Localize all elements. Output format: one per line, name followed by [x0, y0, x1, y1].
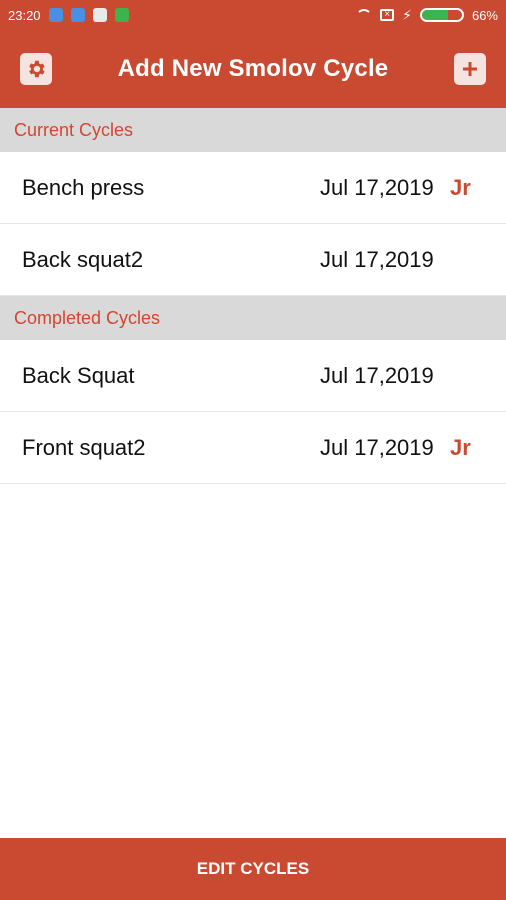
- page-title: Add New Smolov Cycle: [117, 55, 389, 82]
- status-bar: 23:20 × ⚡ 66%: [0, 0, 506, 30]
- notification-icon-2: [70, 8, 85, 22]
- sim-icon: ×: [380, 9, 395, 21]
- edit-cycles-label: EDIT CYCLES: [196, 859, 310, 878]
- charging-icon: ⚡: [402, 7, 412, 23]
- wifi-icon: [356, 9, 372, 21]
- battery-percent: 66%: [471, 7, 498, 23]
- notification-icon-1: [48, 8, 63, 22]
- cycle-badge: Jr: [450, 434, 471, 460]
- cycle-row[interactable]: Back Squat Jul 17,2019: [0, 340, 506, 412]
- cycle-date: Jul 17,2019: [320, 246, 434, 272]
- cycle-row[interactable]: Bench press Jul 17,2019 Jr: [0, 152, 506, 224]
- edit-cycles-button[interactable]: EDIT CYCLES: [0, 838, 506, 900]
- cycle-row[interactable]: Front squat2 Jul 17,2019 Jr: [0, 412, 506, 484]
- cycle-date: Jul 17,2019: [320, 434, 434, 460]
- cycle-date: Jul 17,2019: [320, 362, 434, 388]
- app-toolbar: Add New Smolov Cycle: [0, 30, 506, 108]
- cycle-name: Back Squat: [22, 362, 135, 388]
- section-completed-cycles: Completed Cycles: [0, 296, 506, 340]
- cycle-name: Bench press: [22, 174, 145, 200]
- status-right: × ⚡ 66%: [356, 8, 498, 23]
- notification-icon-3: [92, 8, 107, 22]
- cycle-badge: Jr: [450, 174, 471, 200]
- settings-button[interactable]: [20, 53, 52, 85]
- notification-icon-4: [114, 8, 129, 22]
- add-cycle-button[interactable]: [454, 53, 486, 85]
- plus-icon: [460, 59, 480, 79]
- cycle-name: Front squat2: [22, 434, 146, 460]
- cycle-date: Jul 17,2019: [320, 174, 434, 200]
- battery-icon: [419, 8, 464, 22]
- section-current-cycles: Current Cycles: [0, 108, 506, 152]
- battery-fill: [421, 10, 449, 20]
- section-label: Current Cycles: [14, 119, 134, 140]
- gear-icon: [25, 58, 47, 80]
- cycle-row[interactable]: Back squat2 Jul 17,2019: [0, 224, 506, 296]
- section-label: Completed Cycles: [14, 307, 161, 328]
- status-time: 23:20: [8, 7, 41, 23]
- cycle-name: Back squat2: [22, 246, 144, 272]
